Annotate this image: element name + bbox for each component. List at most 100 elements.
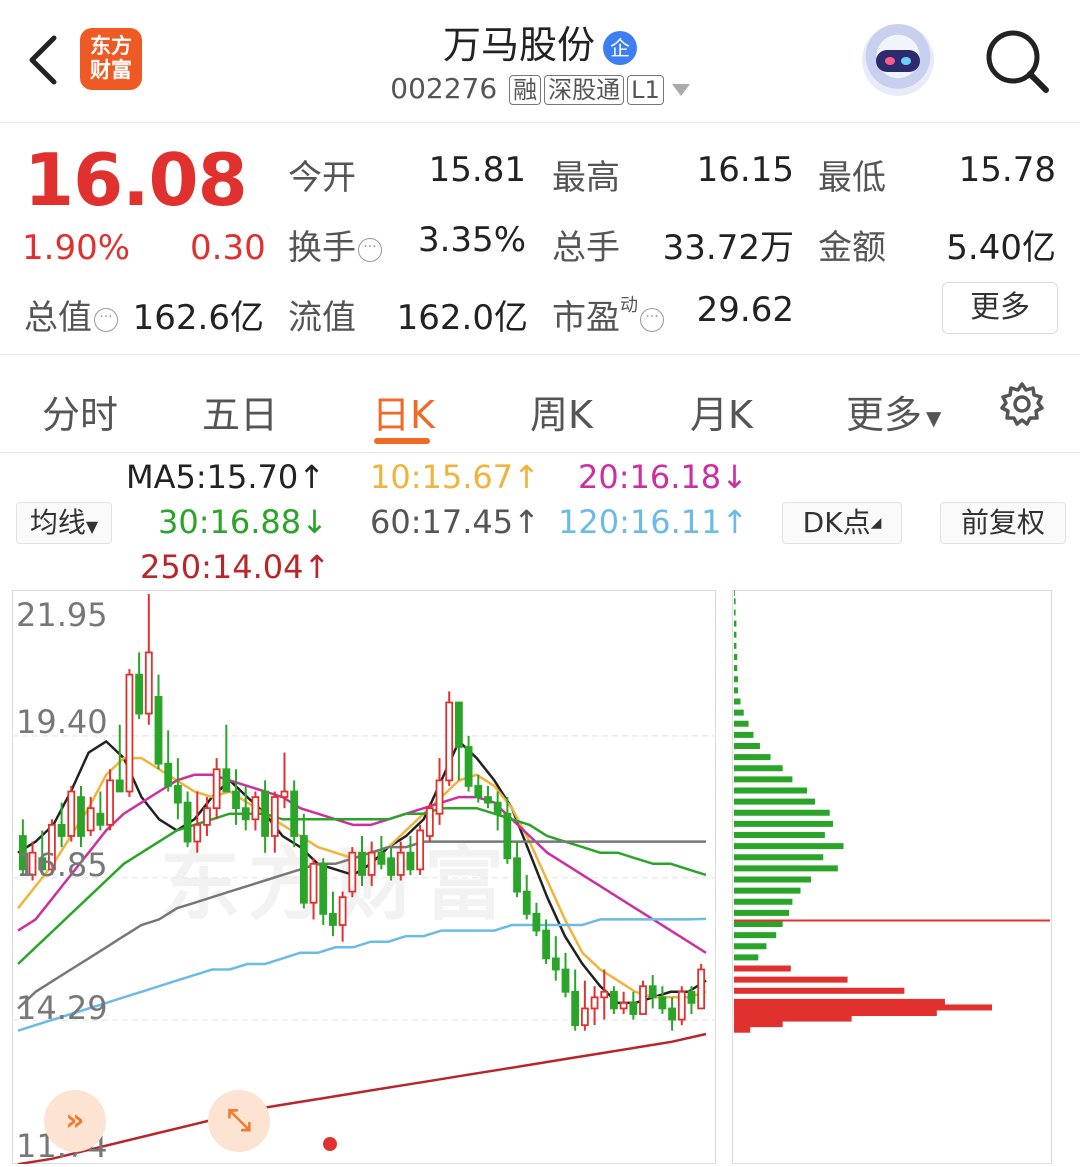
volume-profile-bar [734,1010,937,1017]
candle [484,785,492,809]
low-label: 最低 [818,158,886,198]
more-button[interactable]: 更多 [942,282,1058,334]
candle [610,986,618,1015]
volume-profile-bar [734,731,754,738]
turnover-label[interactable]: 换手 ··· [288,220,382,269]
candle [522,874,531,920]
volume-profile-bar [734,590,735,596]
ma20-label: 20:16.18↓ [578,458,748,496]
open-value: 15.81 [428,150,526,190]
volume-profile-bar [734,976,848,983]
candle [348,847,357,898]
volume-profile-bar [734,709,744,716]
candle [251,791,260,831]
volume-profile-bar [734,798,816,805]
event-marker[interactable] [323,1137,337,1151]
candle [212,758,221,820]
volume-profile-bar [734,776,793,783]
tab-more-label: 更多 [846,393,923,437]
ma60-label: 60:17.45↑ [370,503,540,541]
candle [677,986,686,1026]
candle [290,780,299,848]
candle [299,813,308,909]
last-price: 16.08 [24,138,248,222]
divider [0,354,1080,355]
amount-label: 金额 [818,228,886,268]
volume-profile-bar [734,831,825,838]
enterprise-badge-icon: 企 [603,30,637,65]
dropdown-arrow-icon[interactable] [671,84,690,96]
y-tick-label: 16.85 [16,846,108,884]
candle [67,785,76,842]
candle [406,835,415,875]
gear-icon[interactable] [998,380,1046,428]
volume-profile-bar [734,653,738,660]
candle [319,858,328,926]
candle [309,858,318,920]
forward-adjust-button[interactable]: 前复权 [940,502,1066,544]
volume-profile-bar [734,765,783,772]
tab-more[interactable]: 更多 ▼ [846,384,941,439]
tab-five-day[interactable]: 五日 [202,384,278,439]
fullscreen-arrows-icon[interactable]: ⤡ [208,1090,270,1152]
tab-monthly-k[interactable]: 月K [690,384,753,439]
candle [183,791,192,848]
tab-daily-k[interactable]: 日K [372,384,435,439]
robot-avatar-icon[interactable] [862,24,934,96]
volume-profile-bar [734,943,767,950]
tab-weekly-k[interactable]: 周K [530,384,593,439]
volume-profile-bar [734,998,945,1005]
candle [464,735,473,792]
ma-selector[interactable]: 均线▼ [16,502,112,544]
kline-chart[interactable] [12,590,716,1164]
pe-label[interactable]: 市盈动··· [552,290,664,339]
volume-profile-bar [734,965,791,972]
ma30-label: 30:16.88↓ [158,503,328,541]
stock-name: 万马股份 [442,23,595,67]
candle [561,952,570,998]
candle [668,997,676,1031]
active-tab-indicator [374,438,430,444]
volume-profile-bar [734,754,771,761]
candle [270,791,279,853]
expand-double-chevron-icon[interactable]: » [44,1090,106,1152]
more-info-icon[interactable]: ··· [94,307,118,332]
candle [629,991,638,1020]
divider [0,452,1080,453]
more-info-icon[interactable]: ··· [640,307,664,332]
candle [697,963,706,1010]
candle [513,841,521,898]
candle [96,791,105,831]
candle [571,969,580,1031]
candle [77,785,85,848]
candle [232,769,240,825]
volume-profile-chart [734,590,1050,1033]
candle [125,669,134,798]
ma-line-ma250 [17,1032,707,1164]
volume-profile-bar [734,987,905,994]
volume-profile-bar [734,954,759,961]
y-tick-label: 14.29 [16,989,108,1027]
turnover-value: 3.35% [417,220,526,260]
candle [144,594,153,725]
tab-intraday[interactable]: 分时 [42,384,118,439]
dk-point-button[interactable]: DK点◢ [782,502,902,544]
ma5-label: MA5:15.70↑ [126,458,326,496]
candle [358,835,366,887]
search-icon[interactable] [982,26,1052,96]
volume-profile-bar [734,876,812,883]
more-info-icon[interactable]: ··· [358,237,382,262]
candle [338,891,347,942]
pe-value: 29.62 [696,290,794,330]
volume-label: 总手 [552,228,620,268]
candle [454,701,463,781]
volume-profile-bar [734,820,833,827]
market-cap-value: 162.6亿 [132,298,264,338]
volume-profile-bar [734,809,830,816]
candle [173,758,182,820]
candle [416,824,425,875]
volume-profile-bar [734,787,808,794]
ma120-label: 120:16.11↑ [558,503,749,541]
pe-dynamic-mark: 动 [620,294,638,316]
market-cap-label[interactable]: 总值 ··· [24,290,118,339]
